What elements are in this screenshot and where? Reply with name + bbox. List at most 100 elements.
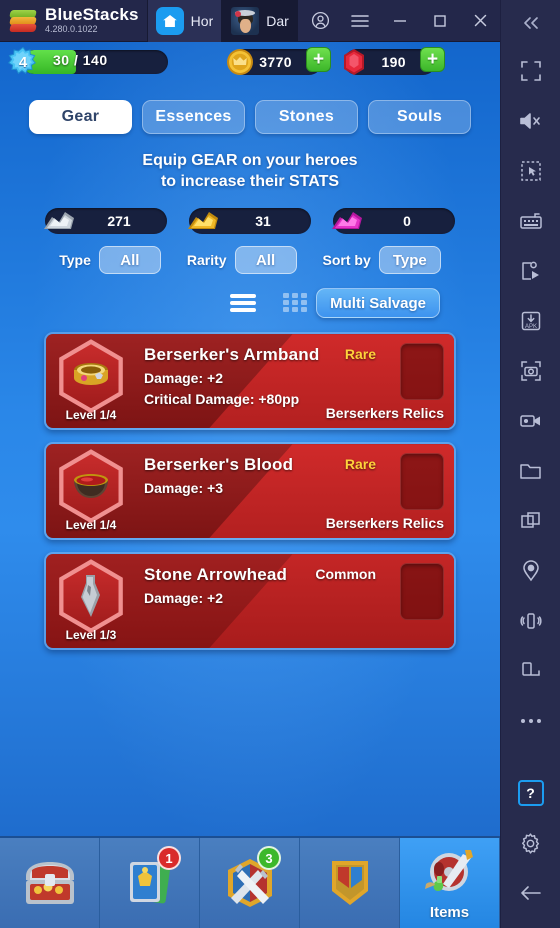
- multi-salvage-button[interactable]: Multi Salvage: [316, 288, 440, 319]
- rotate-icon[interactable]: [501, 646, 560, 696]
- window-tab-strip: Hor Dar: [146, 0, 298, 42]
- filter-sortby-button[interactable]: Type: [378, 246, 441, 275]
- item-icon-frame: [54, 339, 128, 414]
- close-icon[interactable]: [460, 0, 500, 42]
- window-tab-home[interactable]: Hor: [146, 0, 223, 42]
- grid-view-icon[interactable]: [278, 290, 312, 316]
- install-apk-icon[interactable]: APK: [501, 296, 560, 346]
- table-row[interactable]: Level 1/4 Berserker's Blood Damage: +3 R…: [44, 442, 456, 541]
- tab-souls[interactable]: Souls: [368, 100, 471, 134]
- items-icon: [424, 850, 473, 891]
- minimize-icon[interactable]: [380, 0, 420, 42]
- pink-crystal-icon: [325, 201, 367, 241]
- help-label: ?: [517, 780, 544, 806]
- account-icon[interactable]: [300, 0, 340, 42]
- gem-value: 190: [381, 54, 406, 70]
- more-icon[interactable]: [501, 696, 560, 746]
- item-stat-1: Damage: +2: [144, 370, 223, 387]
- location-icon[interactable]: [501, 546, 560, 596]
- multi-instance-icon[interactable]: [501, 496, 560, 546]
- back-arrow-icon[interactable]: [501, 868, 560, 918]
- tab-stones[interactable]: Stones: [255, 100, 358, 134]
- game-viewport: 30 / 140 4 3770 + 190 + Gear Essences St…: [0, 42, 500, 928]
- item-set-name: Berserkers Relics: [325, 405, 444, 422]
- macro-play-icon[interactable]: [501, 246, 560, 296]
- status-badge: Rare: [344, 346, 376, 363]
- nav-cards[interactable]: 1: [100, 838, 200, 928]
- menu-icon[interactable]: [340, 0, 380, 42]
- nav-weapons[interactable]: 3: [200, 838, 300, 928]
- view-controls-row: Multi Salvage: [0, 288, 500, 319]
- item-name: Stone Arrowhead: [144, 565, 288, 585]
- material-crystal: 0: [332, 208, 455, 235]
- table-row[interactable]: Level 1/4 Berserker's Armband Damage: +2…: [44, 332, 456, 431]
- tab-essences[interactable]: Essences: [142, 100, 245, 134]
- item-equip-slot[interactable]: [400, 563, 444, 621]
- panel-subtitle: Equip GEAR on your heroes to increase th…: [0, 150, 500, 192]
- status-badge: Rare: [344, 456, 376, 473]
- bluestacks-window: BlueStacks 4.280.0.1022 Hor Dar 30 / 140…: [0, 0, 560, 928]
- bottom-navigation: 1 3 Items: [0, 836, 500, 928]
- category-tabs: Gear Essences Stones Souls: [0, 100, 500, 134]
- gold-coin-icon: [224, 46, 256, 78]
- list-view-icon[interactable]: [226, 290, 260, 316]
- keyboard-icon[interactable]: [501, 196, 560, 246]
- gold-scrap-icon: [181, 201, 223, 241]
- window-tab-game-label: Dar: [266, 12, 289, 29]
- item-icon-frame: [54, 449, 128, 524]
- nav-items[interactable]: Items: [400, 838, 500, 928]
- app-name: BlueStacks: [45, 5, 139, 25]
- help-icon[interactable]: ?: [501, 768, 560, 818]
- filter-type-button[interactable]: All: [98, 246, 161, 275]
- window-controls: [300, 0, 500, 42]
- material-silver: 271: [44, 208, 167, 235]
- maximize-icon[interactable]: [420, 0, 460, 42]
- item-details: Stone Arrowhead Damage: +2: [144, 565, 287, 606]
- nav-items-label: Items: [429, 904, 470, 921]
- gold-mat-value: 31: [255, 213, 271, 230]
- app-title-block: BlueStacks 4.280.0.1022: [45, 6, 139, 34]
- gear-item-list: Level 1/4 Berserker's Armband Damage: +2…: [0, 332, 500, 651]
- svg-text:APK: APK: [524, 324, 536, 330]
- gem-counter: 190 +: [344, 47, 445, 75]
- item-details: Berserker's Armband Damage: +2 Critical …: [144, 345, 319, 407]
- gem-add-button[interactable]: +: [420, 47, 445, 72]
- select-region-icon[interactable]: [501, 146, 560, 196]
- filter-type-label: Type: [59, 252, 91, 269]
- tab-gear[interactable]: Gear: [29, 100, 132, 134]
- bluestacks-sidebar: APK ?: [500, 0, 560, 928]
- xp-bar: 30 / 140 4: [8, 47, 168, 76]
- silver-value: 271: [107, 213, 131, 230]
- settings-gear-icon[interactable]: [501, 818, 560, 868]
- item-icon-frame: [54, 559, 128, 634]
- status-badge: Common: [315, 566, 376, 583]
- filter-rarity-label: Rarity: [186, 252, 227, 269]
- item-equip-slot[interactable]: [400, 343, 444, 401]
- home-icon: [155, 6, 184, 35]
- treasure-chest-icon: [25, 862, 74, 904]
- item-equip-slot[interactable]: [400, 453, 444, 511]
- chevron-double-left-icon[interactable]: [501, 0, 560, 46]
- shake-icon[interactable]: [501, 596, 560, 646]
- subtitle-line-1: Equip GEAR on your heroes: [142, 152, 358, 169]
- filter-sortby-label: Sort by: [322, 252, 371, 269]
- gold-counter: 3770 +: [227, 47, 331, 75]
- nav-chest[interactable]: [0, 838, 100, 928]
- material-gold: 31: [188, 208, 311, 235]
- app-version: 4.280.0.1022: [45, 24, 98, 35]
- item-stat-2: Critical Damage: +80pp: [144, 391, 300, 408]
- window-tab-game[interactable]: Dar: [222, 0, 298, 42]
- item-level: Level 1/4: [65, 408, 117, 423]
- fullscreen-icon[interactable]: [501, 46, 560, 96]
- folder-icon[interactable]: [501, 446, 560, 496]
- screenshot-icon[interactable]: [501, 346, 560, 396]
- banner-icon: [331, 861, 368, 905]
- table-row[interactable]: Level 1/3 Stone Arrowhead Damage: +2 Com…: [44, 552, 456, 651]
- nav-banner[interactable]: [300, 838, 400, 928]
- mute-icon[interactable]: [501, 96, 560, 146]
- item-details: Berserker's Blood Damage: +3: [144, 455, 293, 496]
- title-bar: BlueStacks 4.280.0.1022 Hor Dar: [0, 0, 500, 42]
- gold-add-button[interactable]: +: [306, 47, 331, 72]
- record-video-icon[interactable]: [501, 396, 560, 446]
- filter-rarity-button[interactable]: All: [234, 246, 297, 275]
